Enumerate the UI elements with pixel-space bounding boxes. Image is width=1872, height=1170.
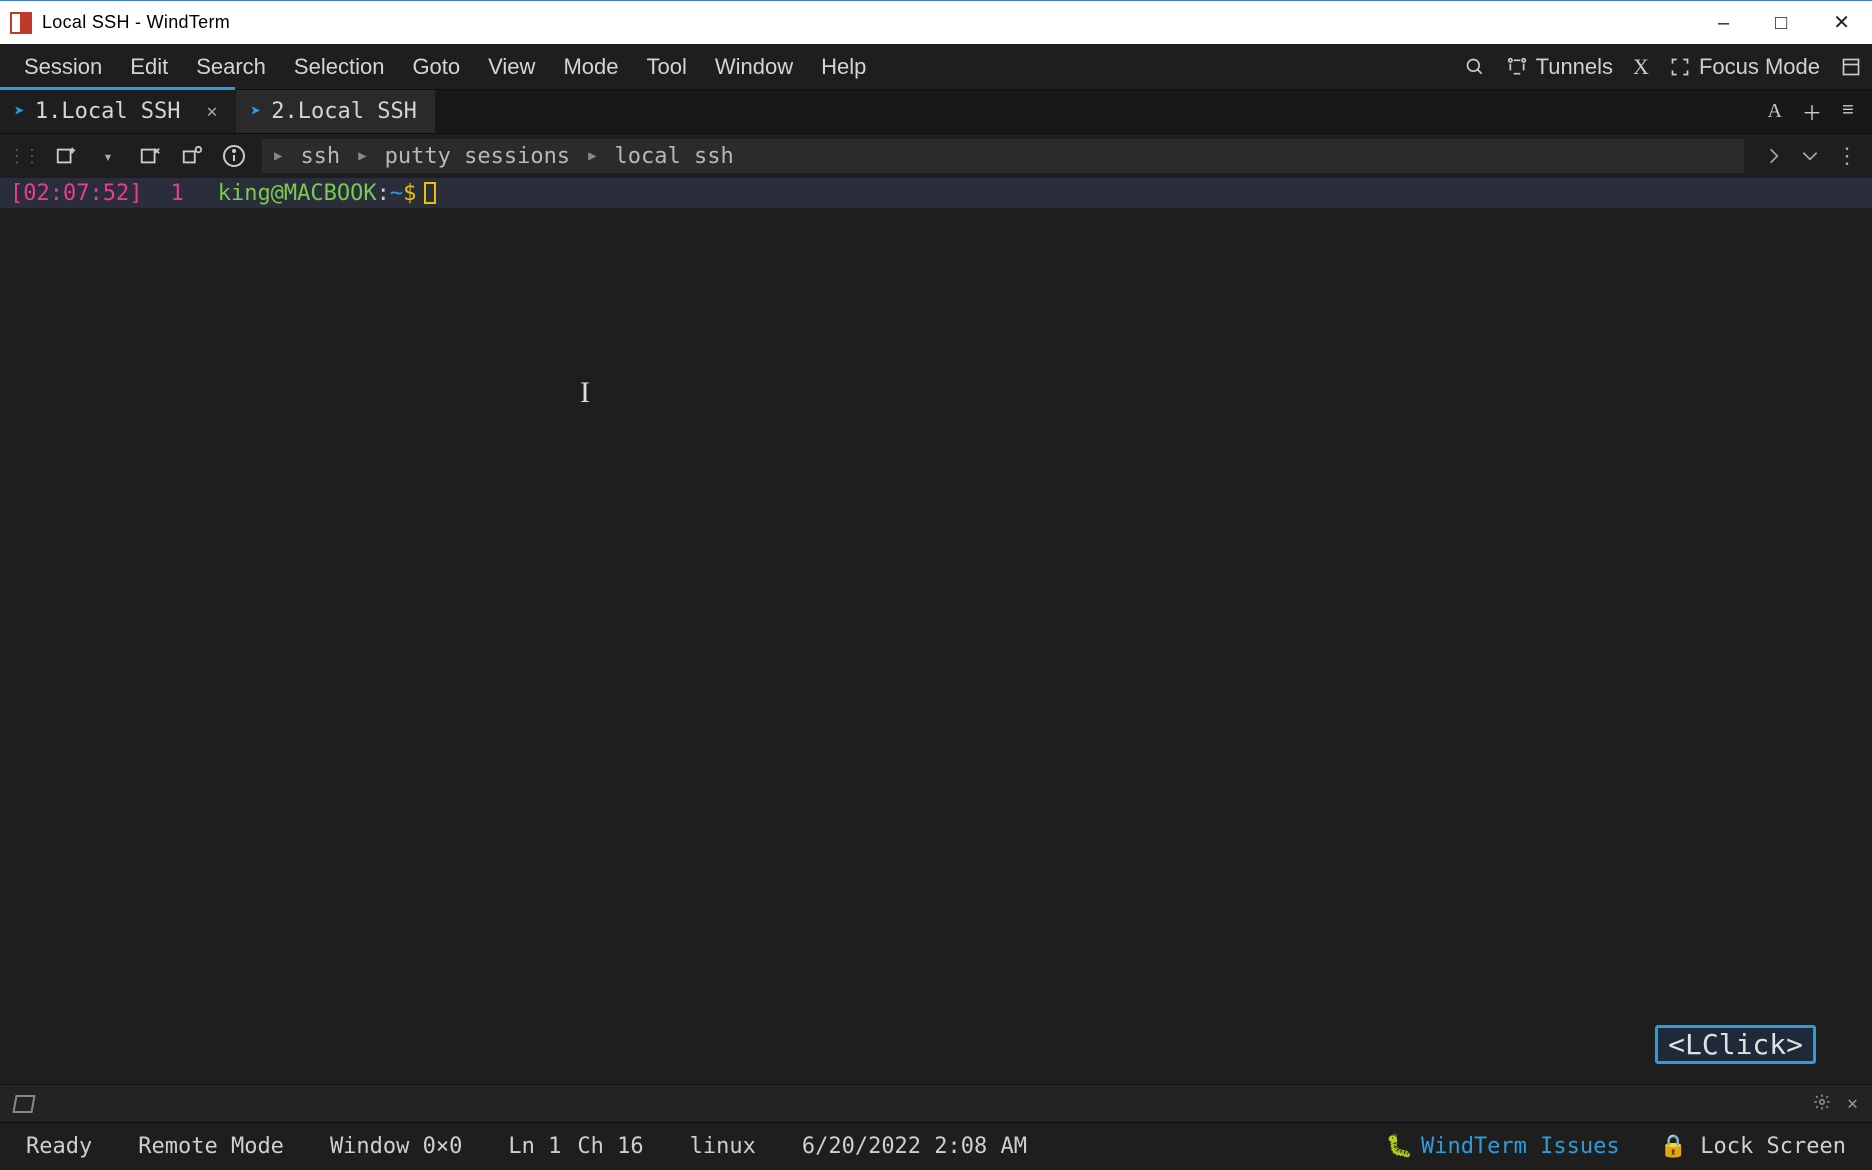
window-minimize-button[interactable]: –: [1718, 13, 1729, 33]
window-titlebar: Local SSH - WindTerm – □ ✕: [0, 0, 1872, 44]
lock-icon: 🔒: [1660, 1134, 1687, 1159]
menu-goto[interactable]: Goto: [398, 54, 474, 80]
bottom-panel-handle[interactable]: ✕: [0, 1084, 1872, 1122]
focus-mode-icon: [1669, 56, 1691, 78]
status-lock-screen[interactable]: 🔒 Lock Screen: [1660, 1134, 1846, 1159]
close-window-button[interactable]: [136, 142, 164, 170]
tab-menu-icon[interactable]: ≡: [1842, 100, 1854, 123]
menu-help[interactable]: Help: [807, 54, 880, 80]
session-icon: ➤: [14, 101, 25, 122]
tunnels-label: Tunnels: [1536, 54, 1613, 80]
close-panel-icon[interactable]: ✕: [1847, 1093, 1858, 1115]
tunnels-button[interactable]: Tunnels: [1506, 54, 1613, 80]
menu-search[interactable]: Search: [182, 54, 280, 80]
terminal-pane[interactable]: [02:07:52] 1 king@MACBOOK : ~ $ I <LClic…: [0, 178, 1872, 1084]
menu-session[interactable]: Session: [10, 54, 116, 80]
tab-close-icon[interactable]: ✕: [207, 101, 218, 122]
status-line: Ln 1: [508, 1134, 561, 1159]
bug-icon: 🐛: [1386, 1134, 1413, 1159]
menubar: Session Edit Search Selection Goto View …: [0, 44, 1872, 90]
window-maximize-button[interactable]: □: [1775, 13, 1787, 33]
status-remote-mode[interactable]: Remote Mode: [138, 1134, 284, 1159]
menu-edit[interactable]: Edit: [116, 54, 182, 80]
window-close-button[interactable]: ✕: [1833, 13, 1850, 33]
menu-window[interactable]: Window: [701, 54, 807, 80]
tab-local-ssh-2[interactable]: ➤ 2.Local SSH: [236, 90, 436, 133]
status-char: Ch 16: [577, 1134, 643, 1159]
breadcrumb-bar[interactable]: ▶ ssh ▶ putty sessions ▶ local ssh: [262, 139, 1744, 173]
info-icon[interactable]: [220, 142, 248, 170]
breadcrumb-ssh[interactable]: ssh: [300, 144, 340, 169]
text-cursor-icon: I: [580, 376, 590, 410]
breadcrumb-sep-icon: ▶: [588, 148, 596, 164]
breadcrumb-local-ssh[interactable]: local ssh: [615, 144, 734, 169]
font-size-button[interactable]: A: [1768, 100, 1782, 123]
app-icon: [10, 12, 32, 34]
menu-mode[interactable]: Mode: [549, 54, 632, 80]
breadcrumb-putty-sessions[interactable]: putty sessions: [385, 144, 570, 169]
prompt-user-host: king@MACBOOK: [218, 181, 377, 206]
prompt-cwd: ~: [390, 181, 403, 206]
tunnels-icon: [1506, 56, 1528, 78]
breadcrumb-more-icon[interactable]: ⋮: [1836, 144, 1858, 169]
menu-tool[interactable]: Tool: [632, 54, 700, 80]
tabstrip: ➤ 1.Local SSH ✕ ➤ 2.Local SSH A ＋ ≡: [0, 90, 1872, 134]
prompt-symbol: $: [403, 181, 416, 206]
status-ready: Ready: [26, 1134, 92, 1159]
tab-label: 1.Local SSH: [35, 99, 181, 124]
duplicate-window-button[interactable]: [178, 142, 206, 170]
terminal-line: [02:07:52] 1 king@MACBOOK : ~ $: [0, 178, 1872, 208]
breadcrumb-sep-icon: ▶: [274, 148, 282, 164]
line-number: 1: [170, 181, 183, 206]
menu-selection[interactable]: Selection: [280, 54, 399, 80]
new-window-dropdown[interactable]: ▾: [94, 142, 122, 170]
menu-view[interactable]: View: [474, 54, 549, 80]
window-title: Local SSH - WindTerm: [42, 12, 230, 33]
breadcrumb-sep-icon: ▶: [358, 148, 366, 164]
status-os: linux: [690, 1134, 756, 1159]
tab-label: 2.Local SSH: [271, 99, 417, 124]
status-datetime: 6/20/2022 2:08 AM: [802, 1134, 1027, 1159]
tab-local-ssh-1[interactable]: ➤ 1.Local SSH ✕: [0, 90, 236, 133]
toolbar: ⋮⋮ ▾ ▶ ssh ▶ putty sessions ▶ local ssh: [0, 134, 1872, 178]
focus-mode-button[interactable]: Focus Mode: [1669, 54, 1820, 80]
new-tab-button[interactable]: ＋: [1802, 97, 1822, 127]
panel-toggle-icon[interactable]: [1840, 56, 1862, 78]
search-icon[interactable]: [1464, 56, 1486, 78]
status-window-size: Window 0×0: [330, 1134, 462, 1159]
statusbar: Ready Remote Mode Window 0×0 Ln 1 Ch 16 …: [0, 1122, 1872, 1170]
lclick-overlay: <LClick>: [1655, 1025, 1816, 1064]
timestamp: [02:07:52]: [10, 181, 142, 206]
settings-gear-icon[interactable]: [1813, 1093, 1831, 1115]
lock-label: Lock Screen: [1700, 1134, 1846, 1159]
terminal-cursor: [424, 182, 436, 204]
breadcrumb-dropdown-icon[interactable]: [1800, 146, 1820, 166]
breadcrumb-next-icon[interactable]: [1764, 146, 1784, 166]
drag-grip-icon[interactable]: ⋮⋮: [8, 146, 38, 167]
focus-mode-label: Focus Mode: [1699, 54, 1820, 80]
x-tool-icon[interactable]: X: [1633, 54, 1649, 80]
panel-icon: [12, 1095, 35, 1113]
new-window-button[interactable]: [52, 142, 80, 170]
issues-label: WindTerm Issues: [1421, 1134, 1620, 1159]
session-icon: ➤: [250, 101, 261, 122]
prompt-colon: :: [377, 181, 390, 206]
status-windterm-issues[interactable]: 🐛 WindTerm Issues: [1386, 1134, 1620, 1159]
